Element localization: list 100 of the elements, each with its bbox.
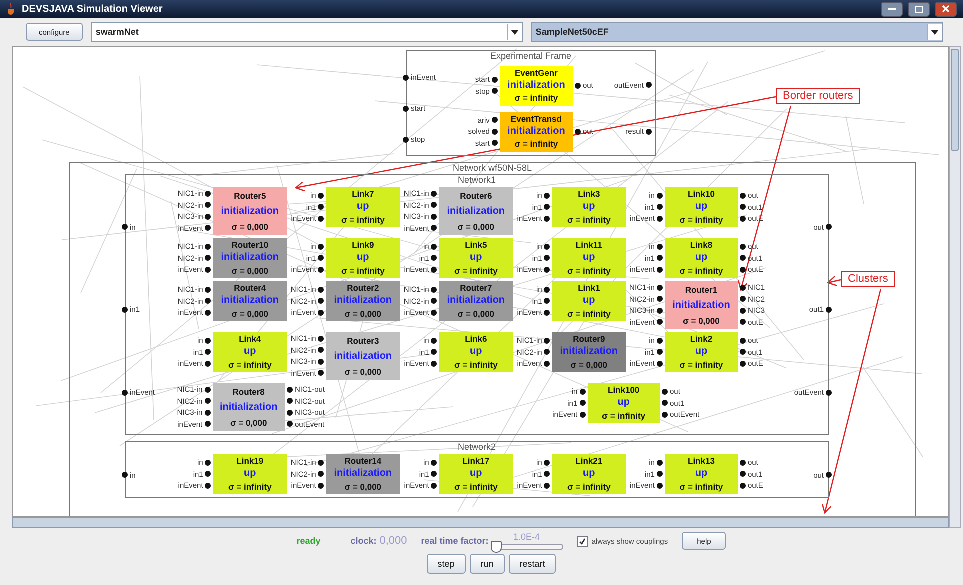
model-name: Router7: [460, 283, 492, 294]
model-sigma: σ = 0,000: [232, 222, 269, 232]
model-sigma: σ = infinity: [228, 360, 272, 370]
model-block[interactable]: Link11 up σ = infinity: [552, 238, 626, 278]
model-name: Router4: [234, 283, 266, 294]
horizontal-scrollbar[interactable]: [12, 517, 949, 528]
caret-icon: [510, 30, 519, 34]
control-button[interactable]: restart: [508, 554, 556, 574]
model-block[interactable]: Router7 initialization σ = 0,000: [439, 281, 513, 321]
model-block[interactable]: Link3 up σ = infinity: [552, 187, 626, 227]
model-sigma: σ = infinity: [680, 214, 724, 225]
model-block[interactable]: Router4 initialization σ = 0,000: [213, 281, 287, 321]
model-name: EventTransd: [510, 114, 562, 124]
model-sigma: σ = infinity: [454, 482, 498, 492]
clock-label: clock:: [350, 536, 377, 546]
model-phase: up: [583, 252, 596, 264]
port-icon: [574, 82, 581, 88]
model-phase: up: [583, 295, 596, 306]
speed-slider[interactable]: [490, 544, 563, 550]
model-block[interactable]: Link8 up σ = infinity: [664, 238, 738, 278]
model-phase: initialization: [221, 252, 280, 264]
model-block[interactable]: Link2 up σ = infinity: [664, 332, 738, 372]
model-block[interactable]: Link7 up σ = infinity: [326, 187, 400, 227]
network-title: Network wf50N-58L: [452, 163, 532, 174]
maximize-button[interactable]: [908, 2, 930, 16]
model-phase: up: [357, 252, 370, 264]
model-phase: initialization: [334, 350, 392, 362]
model-block[interactable]: Router6 initialization σ = 0,000: [439, 187, 513, 235]
model-phase: up: [470, 468, 482, 480]
model-sigma: σ = infinity: [341, 266, 385, 276]
model-name: Router1: [685, 284, 718, 294]
model-name: Router2: [347, 283, 380, 294]
model-sigma: σ = infinity: [567, 266, 611, 276]
model-block[interactable]: EventGenr initialization σ = infinity: [500, 66, 573, 106]
model-block[interactable]: Router14 initialization σ = 0,000: [326, 454, 400, 494]
maximize-icon: [915, 6, 923, 12]
model-block[interactable]: Link13 up σ = infinity: [664, 454, 738, 494]
model-phase: up: [244, 468, 256, 480]
model-phase: up: [470, 252, 482, 264]
model-dropdown[interactable]: swarmNet: [90, 22, 523, 42]
port-icon: [122, 472, 128, 478]
model-block[interactable]: Router8 initialization σ = 0,000: [212, 383, 285, 431]
model-block[interactable]: Router1 initialization σ = 0,000: [664, 281, 738, 329]
model-sigma: σ = infinity: [454, 360, 498, 370]
model-name: Link9: [352, 240, 374, 250]
model-block[interactable]: Link21 up σ = infinity: [552, 454, 626, 494]
speed-value: 1.0E-4: [514, 532, 540, 542]
model-name: Router5: [234, 190, 266, 200]
model-phase: up: [695, 252, 708, 264]
model-name: Link4: [239, 334, 262, 344]
model-phase: initialization: [221, 206, 280, 216]
control-button[interactable]: run: [470, 554, 505, 574]
model-name: Router6: [460, 190, 492, 200]
model-block[interactable]: Link9 up σ = infinity: [326, 238, 400, 278]
port-icon: [403, 136, 409, 142]
model-block[interactable]: Link4 up σ = infinity: [213, 332, 287, 372]
model-block[interactable]: Router2 initialization σ = 0,000: [326, 281, 400, 321]
model-sigma: σ = 0,000: [344, 366, 382, 376]
model-block[interactable]: Link1 up σ = infinity: [552, 281, 626, 321]
model-phase: initialization: [508, 80, 566, 91]
clock-value: 0,000: [380, 535, 408, 547]
port-icon: [122, 390, 128, 396]
vertical-scrollbar[interactable]: [949, 46, 961, 528]
port-icon: [122, 306, 128, 313]
instance-dropdown[interactable]: SampleNet50cEF: [530, 22, 943, 42]
port-icon: [122, 224, 128, 230]
frame-title: Experimental Frame: [490, 51, 572, 62]
model-sigma: σ = 0,000: [570, 360, 608, 370]
model-block[interactable]: Link17 up σ = infinity: [439, 454, 513, 494]
model-name: Link1: [578, 283, 600, 294]
control-button[interactable]: step: [426, 554, 466, 574]
model-block[interactable]: Link100 up σ = infinity: [588, 383, 660, 423]
port-icon: [646, 128, 652, 135]
caret-icon: [930, 30, 939, 34]
minimize-icon: [888, 8, 896, 10]
model-phase: up: [583, 201, 596, 212]
model-sigma: σ = infinity: [228, 482, 272, 492]
model-block[interactable]: Router3 initialization σ = 0,000: [326, 332, 400, 380]
model-block[interactable]: Router9 initialization σ = 0,000: [552, 332, 626, 372]
model-sigma: σ = 0,000: [458, 308, 495, 319]
couplings-checkbox[interactable]: [576, 536, 588, 546]
minimize-button[interactable]: [881, 2, 903, 16]
model-block[interactable]: Router10 initialization σ = 0,000: [213, 238, 287, 278]
model-phase: up: [244, 346, 256, 358]
model-sigma: σ = 0,000: [458, 222, 495, 232]
port-icon: [403, 106, 409, 112]
model-name: Link21: [576, 456, 603, 466]
model-block[interactable]: Link5 up σ = infinity: [439, 238, 513, 278]
port-icon: [826, 224, 832, 230]
annotation-arrow: [827, 276, 842, 286]
model-block[interactable]: Link10 up σ = infinity: [664, 187, 738, 227]
close-button[interactable]: [935, 2, 957, 16]
model-name: Link17: [462, 456, 490, 466]
model-name: Link13: [688, 456, 715, 466]
model-block[interactable]: EventTransd initialization σ = infinity: [500, 112, 573, 152]
model-sigma: σ = infinity: [514, 139, 558, 150]
model-name: Link10: [688, 189, 715, 200]
model-block[interactable]: Router5 initialization σ = 0,000: [213, 187, 287, 235]
model-block[interactable]: Link6 up σ = infinity: [439, 332, 513, 372]
model-block[interactable]: Link19 up σ = infinity: [213, 454, 287, 494]
